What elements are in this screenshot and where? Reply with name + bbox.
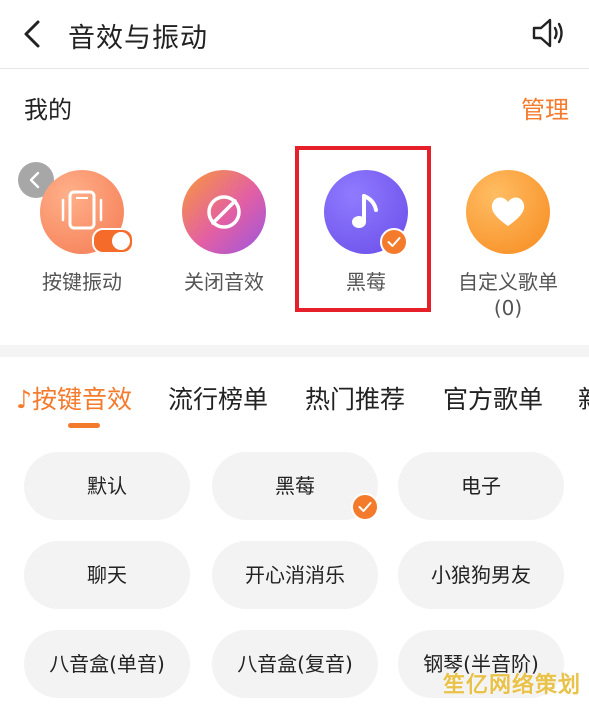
watermark: 笙亿网络策划: [442, 673, 581, 698]
preset-default[interactable]: 默认: [24, 452, 190, 520]
section-divider: [0, 345, 589, 357]
sound-item-vibrate[interactable]: 按键振动: [12, 170, 152, 295]
tab-official-playlists[interactable]: 官方歌单: [443, 380, 543, 416]
tab-new[interactable]: 新: [578, 380, 589, 416]
speaker-icon[interactable]: [531, 16, 567, 50]
preset-music-box-poly[interactable]: 八音盒(复音): [212, 630, 378, 698]
tab-hot-recommend[interactable]: 热门推荐: [305, 380, 405, 416]
playlist-count: (0): [493, 296, 523, 320]
page-title: 音效与振动: [68, 23, 208, 54]
sound-item-custom-playlist[interactable]: 自定义歌单 (0): [438, 170, 578, 321]
preset-chat[interactable]: 聊天: [24, 541, 190, 609]
heart-icon: [466, 170, 550, 254]
my-section-title: 我的: [24, 96, 72, 124]
manage-button[interactable]: 管理: [521, 90, 569, 125]
preset-happy-match[interactable]: 开心消消乐: [212, 541, 378, 609]
sound-label: 按键振动: [42, 270, 122, 294]
tab-popular-charts[interactable]: 流行榜单: [168, 380, 268, 416]
active-tab-indicator: [68, 423, 100, 428]
top-bar: 音效与振动: [0, 0, 589, 69]
tab-key-sounds[interactable]: ♪按键音效: [16, 380, 132, 416]
preset-puppy-boyfriend[interactable]: 小狼狗男友: [398, 541, 564, 609]
preset-music-box-single[interactable]: 八音盒(单音): [24, 630, 190, 698]
no-sound-icon: [182, 170, 266, 254]
vibrate-phone-icon: [40, 170, 134, 254]
sound-label: 关闭音效: [184, 270, 264, 294]
toggle-switch[interactable]: [92, 228, 134, 254]
chevron-left-icon[interactable]: [18, 18, 48, 50]
selected-check-icon: [351, 493, 379, 521]
preset-electronic[interactable]: 电子: [398, 452, 564, 520]
sound-item-off[interactable]: 关闭音效: [154, 170, 294, 295]
sound-label: 自定义歌单: [458, 270, 558, 294]
category-tabs: ♪按键音效 流行榜单 热门推荐 官方歌单 新: [0, 372, 589, 422]
highlight-box: [295, 146, 431, 312]
